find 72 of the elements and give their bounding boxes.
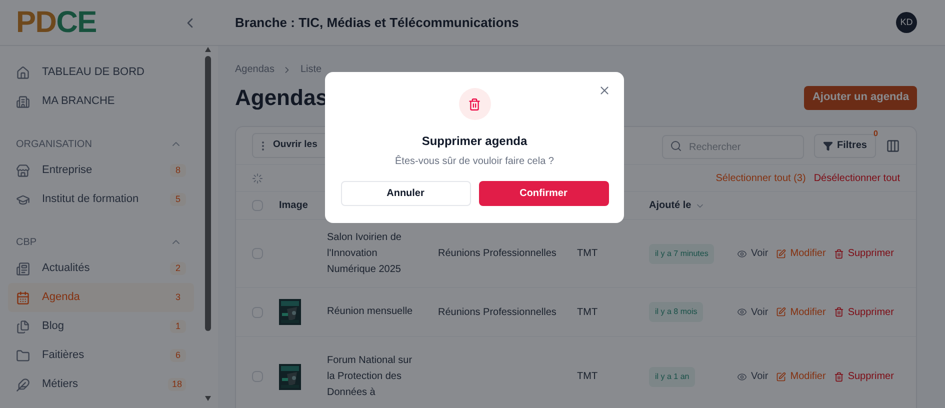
page-title: Agendas bbox=[235, 84, 328, 112]
delete-link[interactable]: Supprimer bbox=[834, 369, 894, 384]
trash-icon bbox=[834, 372, 844, 382]
column-header[interactable]: Image bbox=[279, 198, 327, 213]
author-cell-text: TMT bbox=[577, 306, 599, 320]
author-cell-text: TMT bbox=[577, 247, 599, 261]
search-icon bbox=[670, 140, 682, 152]
eye-icon bbox=[737, 248, 747, 258]
count-badge: 1 bbox=[170, 320, 186, 334]
sidebar-item[interactable]: Blog 1 bbox=[8, 312, 194, 341]
add-button[interactable]: Ajouter un agenda bbox=[804, 86, 917, 110]
date-badge: il y a 8 mois bbox=[649, 302, 704, 322]
trash-icon bbox=[834, 307, 844, 317]
edit-link[interactable]: Modifier bbox=[776, 369, 826, 384]
title-cell-text: Forum National sur la Protection des Données à bbox=[327, 354, 414, 400]
search-field[interactable]: Rechercher bbox=[662, 135, 804, 159]
delete-link[interactable]: Supprimer bbox=[834, 304, 894, 320]
sidebar-item[interactable]: MA BRANCHE bbox=[16, 87, 206, 116]
count-badge: 5 bbox=[170, 192, 186, 206]
view-link[interactable]: Voir bbox=[737, 304, 768, 320]
breadcrumb-current: Liste bbox=[300, 63, 322, 77]
sidebar-item[interactable]: Faitières 6 bbox=[8, 341, 194, 370]
cancel-button[interactable]: Annuler bbox=[340, 181, 470, 206]
edit-link[interactable]: Modifier bbox=[776, 304, 826, 320]
sidebar-item[interactable]: Métiers 18 bbox=[8, 370, 194, 399]
trash-icon bbox=[834, 248, 844, 258]
select-all-link[interactable]: Sélectionner tout (3) bbox=[716, 170, 806, 186]
count-badge: 2 bbox=[170, 262, 186, 276]
title-cell-text: Salon Ivoirien de l'Innovation Numérique 2025 bbox=[327, 230, 402, 276]
columns-icon[interactable] bbox=[886, 138, 900, 152]
eye-icon bbox=[737, 307, 747, 317]
edit-icon bbox=[776, 248, 786, 258]
dialog-title: Supprimer agenda bbox=[422, 133, 528, 150]
logo: PDCE bbox=[16, 8, 96, 38]
edit-link[interactable]: Modifier bbox=[776, 246, 826, 261]
sidebar-item[interactable]: TABLEAU DE BORD bbox=[16, 58, 206, 87]
user-avatar[interactable]: KD bbox=[896, 12, 917, 33]
page-heading: Branche : TIC, Médias et Télécommunications bbox=[235, 14, 519, 32]
category-cell-text: Réunions Professionnelles bbox=[438, 247, 558, 261]
close-icon[interactable] bbox=[598, 84, 611, 97]
breadcrumb-link[interactable]: Agendas bbox=[235, 62, 274, 77]
date-badge: il y a 7 minutes bbox=[649, 244, 714, 264]
filter-icon bbox=[822, 140, 833, 150]
author-cell-text: TMT bbox=[577, 370, 599, 384]
sidebar-item[interactable]: Actualités 2 bbox=[8, 254, 194, 283]
column-header[interactable]: Ajouté le bbox=[649, 198, 737, 213]
view-link[interactable]: Voir bbox=[737, 369, 768, 384]
home-icon bbox=[16, 66, 30, 80]
filter-count: 0 bbox=[874, 128, 878, 140]
edit-icon bbox=[776, 307, 786, 317]
category-cell-text: Réunions Professionnelles bbox=[438, 306, 558, 320]
view-link[interactable]: Voir bbox=[737, 246, 768, 261]
scrollbar[interactable] bbox=[204, 46, 212, 402]
spinner-icon bbox=[252, 172, 263, 184]
confirm-button[interactable]: Confirmer bbox=[478, 181, 608, 206]
count-badge: 8 bbox=[170, 164, 186, 178]
dialog-message: Êtes-vous sûr de vouloir faire cela ? bbox=[395, 154, 554, 169]
delete-link[interactable]: Supprimer bbox=[834, 246, 894, 261]
date-badge: il y a 1 an bbox=[649, 366, 696, 386]
title-cell-text: Réunion mensuelle bbox=[327, 305, 414, 319]
sidebar-item[interactable]: Agenda 3 bbox=[8, 283, 194, 312]
building-icon bbox=[16, 94, 30, 108]
count-badge: 6 bbox=[170, 348, 186, 362]
sidebar-item[interactable]: Institut de formation 5 bbox=[8, 185, 194, 214]
section-title: CBP bbox=[16, 236, 37, 250]
eye-icon bbox=[737, 372, 747, 382]
section-title: ORGANISATION bbox=[16, 138, 92, 152]
sidebar-item[interactable]: Entreprise 8 bbox=[8, 156, 194, 185]
trash-icon bbox=[458, 88, 490, 120]
edit-icon bbox=[776, 372, 786, 382]
deselect-all-link[interactable]: Désélectionner tout bbox=[814, 170, 900, 186]
count-badge: 18 bbox=[168, 378, 186, 392]
